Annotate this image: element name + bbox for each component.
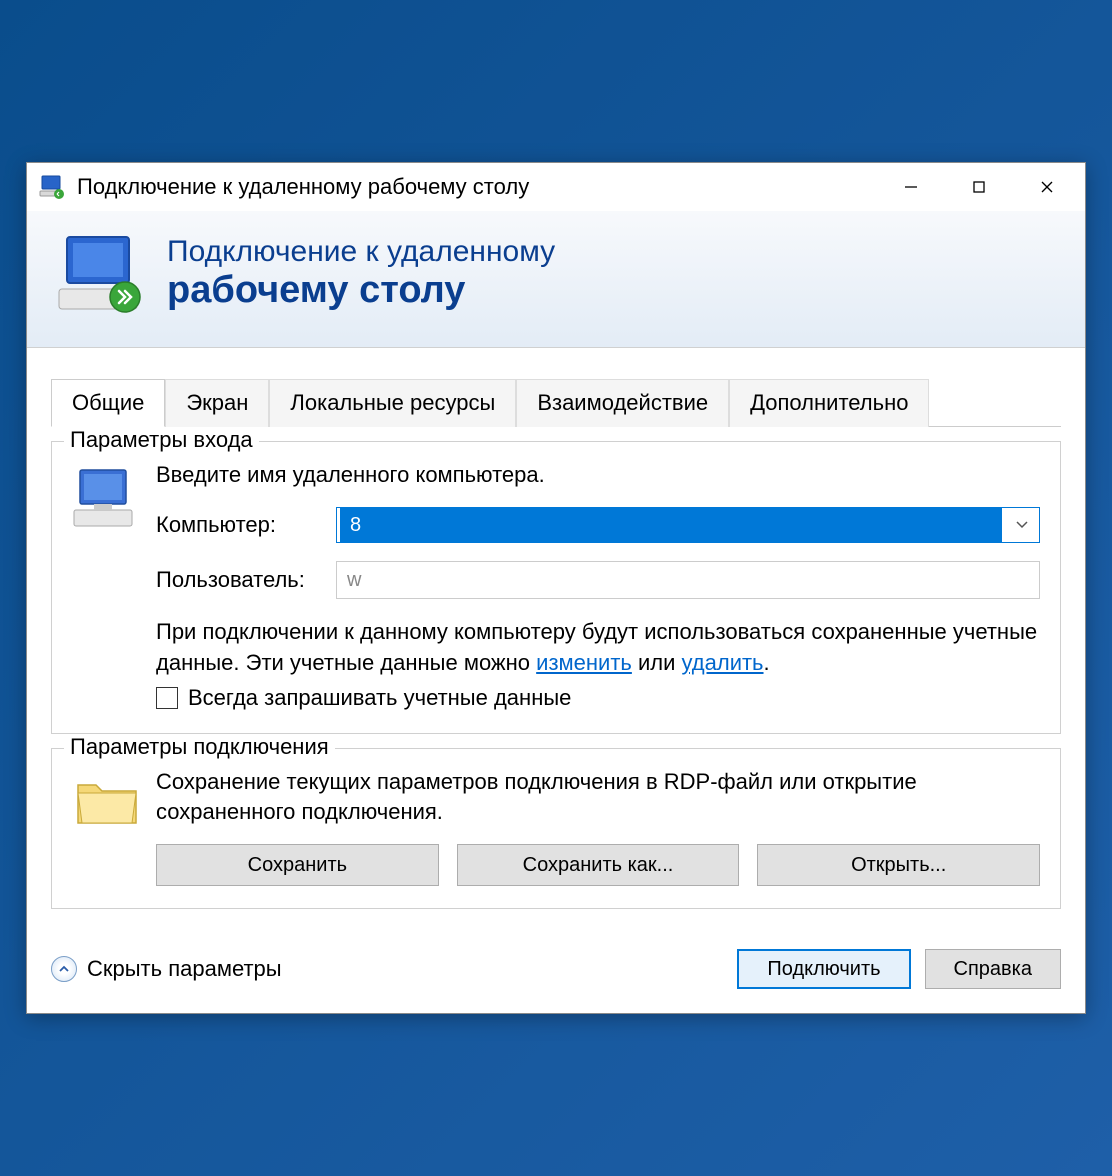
window-title: Подключение к удаленному рабочему столу [77, 174, 877, 200]
login-parameters-group: Параметры входа Введите имя удаленного к… [51, 441, 1061, 734]
change-credentials-link[interactable]: изменить [536, 650, 632, 675]
credentials-info: При подключении к данному компьютеру буд… [156, 617, 1040, 679]
collapse-toggle[interactable] [51, 956, 77, 982]
header-line-1: Подключение к удаленному [167, 235, 555, 269]
header-text: Подключение к удаленному рабочему столу [167, 235, 555, 312]
always-ask-label: Всегда запрашивать учетные данные [188, 685, 571, 711]
computer-value: 8 [340, 508, 1002, 542]
login-instruction: Введите имя удаленного компьютера. [156, 460, 1040, 490]
connection-group-legend: Параметры подключения [64, 734, 335, 760]
connect-button[interactable]: Подключить [737, 949, 910, 989]
titlebar: Подключение к удаленному рабочему столу [27, 163, 1085, 211]
folder-icon [72, 767, 156, 836]
user-label: Пользователь: [156, 567, 336, 593]
collapse-label[interactable]: Скрыть параметры [87, 956, 723, 982]
connection-parameters-group: Параметры подключения Сохранение текущих… [51, 748, 1061, 909]
save-as-button[interactable]: Сохранить как... [457, 844, 740, 886]
header-banner: Подключение к удаленному рабочему столу [27, 211, 1085, 348]
save-button[interactable]: Сохранить [156, 844, 439, 886]
footer: Скрыть параметры Подключить Справка [27, 919, 1085, 1013]
app-icon [39, 173, 67, 201]
always-ask-checkbox[interactable] [156, 687, 178, 709]
close-button[interactable] [1013, 166, 1081, 208]
connection-instruction: Сохранение текущих параметров подключени… [156, 767, 1040, 826]
delete-credentials-link[interactable]: удалить [682, 650, 764, 675]
open-button[interactable]: Открыть... [757, 844, 1040, 886]
maximize-button[interactable] [945, 166, 1013, 208]
tab-experience[interactable]: Взаимодействие [516, 379, 729, 427]
chevron-down-icon[interactable] [1005, 508, 1039, 542]
tab-advanced[interactable]: Дополнительно [729, 379, 929, 427]
tab-strip: Общие Экран Локальные ресурсы Взаимодейс… [51, 378, 1061, 427]
minimize-button[interactable] [877, 166, 945, 208]
user-field[interactable]: w [336, 561, 1040, 599]
computer-label: Компьютер: [156, 512, 336, 538]
help-button[interactable]: Справка [925, 949, 1061, 989]
computer-combobox[interactable]: 8 [336, 507, 1040, 543]
computer-icon [72, 460, 156, 539]
header-line-2: рабочему столу [167, 269, 555, 312]
rdp-header-icon [55, 231, 151, 317]
tab-local-resources[interactable]: Локальные ресурсы [269, 379, 516, 427]
rdp-window: Подключение к удаленному рабочему столу [26, 162, 1086, 1015]
content-area: Общие Экран Локальные ресурсы Взаимодейс… [27, 348, 1085, 920]
tab-display[interactable]: Экран [165, 379, 269, 427]
login-group-legend: Параметры входа [64, 427, 259, 453]
window-controls [877, 166, 1081, 208]
tab-general[interactable]: Общие [51, 379, 165, 427]
